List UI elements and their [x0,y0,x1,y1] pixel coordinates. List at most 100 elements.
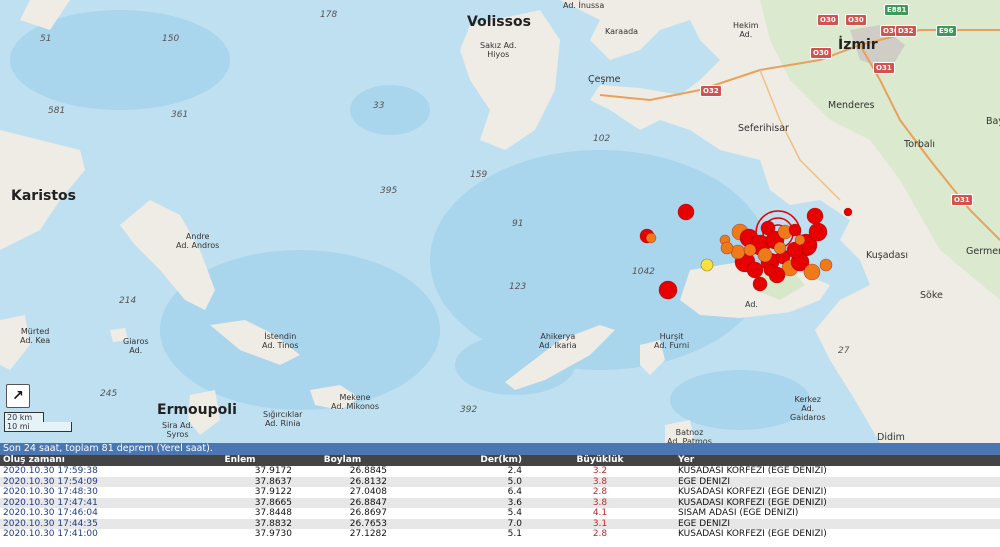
town-label-menderes: Menderes [828,100,875,111]
road-shield: O31 [951,194,973,206]
earthquake-marker[interactable] [757,247,773,263]
depth-label: 51 [40,34,52,44]
town-label-bay: Bay [986,116,1000,127]
cell-longitude: 27.0408 [349,487,387,497]
depth-label: 245 [100,389,118,399]
earthquake-marker[interactable] [788,223,802,237]
cell-depth: 6.4 [507,487,522,497]
cell-latitude: 37.8832 [185,518,295,529]
road-shield: O30 [845,14,867,26]
column-header-longitude[interactable]: Boylam [295,455,390,466]
earthquake-marker[interactable] [658,280,678,300]
table-row[interactable]: 2020.10.30 17:48:30 37.9122 27.0408 6.4 2.8 K… [0,487,1000,498]
island-label-syros: Sira Ad. Syros [162,421,193,439]
column-header-location[interactable]: Yer [675,455,1000,466]
town-label-soke: Söke [920,290,943,301]
island-label-karaada: Karaada [605,27,639,36]
island-label-sakiz: Sakız Ad. Hiyos [480,41,517,59]
earthquake-marker[interactable] [806,207,824,225]
earthquake-marker[interactable] [819,258,833,272]
cell-longitude: 26.8697 [349,508,387,518]
cell-latitude: 37.9122 [254,487,292,497]
cell-longitude: 26.8132 [295,476,390,487]
table-row[interactable]: 2020.10.30 17:47:41 37.8665 26.8847 3.6 3.8 K… [0,497,1000,508]
cell-depth: 3.6 [390,497,525,508]
cell-magnitude: 2.8 [592,529,608,539]
city-label-ermoupoli: Ermoupoli [157,402,237,418]
cell-latitude: 37.8448 [254,508,292,518]
earthquake-marker[interactable] [843,207,853,217]
cell-longitude: 26.7653 [295,518,390,529]
earthquake-table: Oluş zamanı Enlem Boylam Der(km) Büyüklü… [0,455,1000,540]
cell-magnitude: 4.1 [592,508,608,518]
cell-latitude: 37.8637 [185,476,295,487]
town-label-torbali: Torbalı [904,139,936,150]
cell-magnitude: 3.1 [525,518,675,529]
earthquake-marker[interactable] [794,234,806,246]
table-row[interactable]: 2020.10.30 17:44:35 37.8832 26.7653 7.0 3.1 E… [0,518,1000,529]
cell-longitude: 26.8845 [349,466,387,476]
earthquake-marker[interactable] [763,263,777,277]
island-label-tinos: İstendin Ad. Tinos [262,332,299,350]
cell-latitude: 37.8665 [185,497,295,508]
cell-magnitude: 2.8 [592,487,608,497]
island-label-sisam: Ad. [745,300,758,309]
table-row[interactable]: 2020.10.30 17:46:04 37.8448 26.8697 5.4 4.1 S… [0,508,1000,519]
cell-time: 2020.10.30 17:59:38 [3,466,98,476]
depth-label: 581 [48,106,66,116]
city-label-volissos: Volissos [467,14,531,30]
cell-location: EGE DENIZI [675,476,1000,487]
table-row[interactable]: 2020.10.30 17:59:38 37.9172 26.8845 2.4 3.2 K… [0,466,1000,477]
road-shield: O31 [873,62,895,74]
depth-label: 123 [509,282,527,292]
cell-location: KUSADASI KORFEZI (EGE DENIZI) [678,487,827,497]
cell-time: 2020.10.30 17:47:41 [0,497,185,508]
road-shield: E881 [884,4,910,16]
depth-label: 178 [320,10,338,20]
depth-label: 102 [593,134,611,144]
earthquake-marker[interactable] [808,222,828,242]
earthquake-summary: Son 24 saat, toplam 81 deprem (Yerel saa… [0,443,1000,455]
cell-time: 2020.10.30 17:44:35 [0,518,185,529]
cell-time: 2020.10.30 17:54:09 [0,476,185,487]
cell-location: KUSADASI KORFEZI (EGE DENIZI) [675,497,1000,508]
depth-label: 150 [162,34,180,44]
cell-longitude: 26.8847 [295,497,390,508]
earthquake-marker[interactable] [700,258,714,272]
earthquake-marker[interactable] [773,241,787,255]
cell-location: KUSADASI KORFEZI (EGE DENIZI) [678,466,827,476]
earthquake-markers [639,203,853,300]
earthquake-list-panel: Son 24 saat, toplam 81 deprem (Yerel saa… [0,443,1000,547]
table-row[interactable]: 2020.10.30 17:41:00 37.9730 27.1282 5.1 2.8 K… [0,529,1000,540]
depth-label: 214 [119,296,137,306]
column-header-time[interactable]: Oluş zamanı [0,455,185,466]
island-label-kea: Mürted Ad. Kea [20,327,51,345]
column-header-depth[interactable]: Der(km) [390,455,525,466]
map-view[interactable]: Volissos İzmir Karistos Ermoupoli Çeşme … [0,0,1000,443]
column-header-latitude[interactable]: Enlem [185,455,295,466]
cell-time: 2020.10.30 17:46:04 [3,508,98,518]
cell-magnitude: 3.8 [525,476,675,487]
depth-label: 27 [838,346,850,356]
table-row[interactable]: 2020.10.30 17:54:09 37.8637 26.8132 5.0 3.8 E… [0,476,1000,487]
island-label-ikaria: Ahikerya Ad. Ikaria [539,332,577,350]
cell-depth: 7.0 [390,518,525,529]
cell-time: 2020.10.30 17:41:00 [3,529,98,539]
map-scale: 20 km 10 mi [4,412,72,436]
island-label-giaros: Giaros Ad. [123,337,149,355]
town-label-germencik: Germen [966,246,1000,257]
column-header-magnitude[interactable]: Büyüklük [525,455,675,466]
expand-map-button[interactable]: ↗ [6,384,30,408]
earthquake-marker[interactable] [752,276,768,292]
scale-mi: 10 mi [4,422,72,432]
earthquake-marker[interactable] [645,232,657,244]
earthquake-marker[interactable] [720,241,734,255]
island-label-hekim: Hekim Ad. [733,21,759,39]
cell-magnitude: 3.2 [592,466,608,476]
earthquake-marker[interactable] [677,203,695,221]
cell-depth: 5.0 [390,476,525,487]
earthquake-marker[interactable] [803,263,821,281]
cell-depth: 5.4 [507,508,522,518]
earthquake-marker[interactable] [746,261,764,279]
earthquake-marker[interactable] [743,243,757,257]
